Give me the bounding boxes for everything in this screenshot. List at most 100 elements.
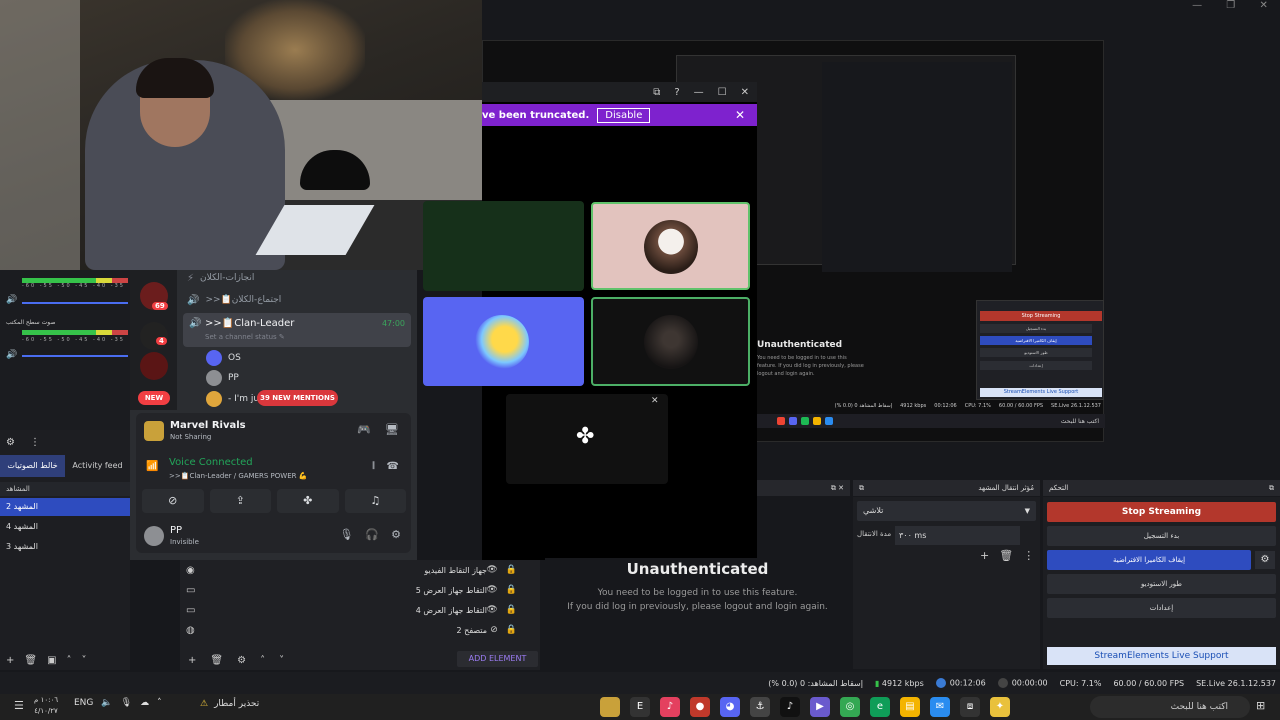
gear-icon[interactable]: ⚙: [391, 528, 401, 541]
down-icon[interactable]: ˅: [82, 655, 87, 666]
voice-user[interactable]: PP: [206, 370, 239, 386]
clock[interactable]: ١٠:٠٦ م ٤/١٠/٢٧: [34, 695, 58, 717]
source-item[interactable]: ▭ التقاط جهاز العرض 4 👁 🔒: [186, 600, 531, 620]
weather-widget[interactable]: ⚠ تحذير أمطار: [200, 699, 259, 709]
server-icon[interactable]: [140, 322, 168, 350]
epic-games-icon[interactable]: E: [630, 697, 650, 717]
language[interactable]: ENG: [74, 698, 93, 708]
headphones-icon[interactable]: 🎧: [365, 528, 379, 541]
trash-icon[interactable]: 🗑: [999, 549, 1013, 562]
channel-item-active[interactable]: 🔊 >>📋Clan-Leader Set a channel status ✎ …: [183, 313, 411, 347]
voice-user[interactable]: - I'm ju: [206, 391, 259, 407]
scene-item[interactable]: المشهد 2: [0, 498, 130, 516]
tab-audio-mixer[interactable]: خالط الصوتيات: [0, 455, 65, 477]
windows-icon[interactable]: ⊞: [1256, 699, 1265, 712]
server-icon[interactable]: [140, 352, 168, 380]
screen-share-icon[interactable]: ⇪: [209, 489, 271, 513]
eye-off-icon[interactable]: ⊘: [490, 625, 498, 635]
taskbar-search[interactable]: اكتب هنا للبحث: [1090, 696, 1250, 718]
more-icon[interactable]: ⋮: [1023, 549, 1034, 562]
discord-icon[interactable]: ◕: [720, 697, 740, 717]
minimize-icon[interactable]: —: [694, 87, 704, 98]
video-tile[interactable]: [591, 297, 750, 386]
edge-icon[interactable]: e: [870, 697, 890, 717]
disable-button[interactable]: Disable: [597, 107, 651, 123]
channel-item[interactable]: 🔊 >>📋اجتماع-الكلان: [187, 290, 407, 310]
eye-icon[interactable]: 👁: [486, 605, 497, 615]
task-view-icon[interactable]: ⧈: [960, 697, 980, 717]
eye-icon[interactable]: 👁: [486, 565, 497, 575]
voice-user[interactable]: OS: [206, 350, 241, 366]
float-icon[interactable]: ⧉ ✕: [831, 480, 844, 496]
new-badge[interactable]: NEW: [138, 391, 170, 405]
mic-icon[interactable]: 🎙: [121, 698, 132, 708]
chrome-icon[interactable]: ◎: [840, 697, 860, 717]
trash-icon[interactable]: 🗑: [210, 655, 223, 666]
voice-channel[interactable]: >>📋Clan-Leader / GAMERS POWER 💪: [169, 472, 307, 480]
activity-tile[interactable]: ✤ ✕: [506, 394, 668, 484]
eye-icon[interactable]: 👁: [486, 585, 497, 595]
popout-icon[interactable]: ⧉: [653, 87, 660, 98]
obs-icon[interactable]: ●: [690, 697, 710, 717]
stop-virtual-camera-button[interactable]: إيقاف الكاميرا الافتراضية: [1047, 550, 1251, 570]
filter-icon[interactable]: ▣: [47, 655, 56, 666]
trash-icon[interactable]: 🗑: [24, 655, 37, 666]
volume-slider[interactable]: [22, 355, 128, 357]
notification-icon[interactable]: ☰: [14, 699, 24, 712]
settings-button[interactable]: إعدادات: [1047, 598, 1276, 618]
gamepad-icon[interactable]: 🎮: [357, 423, 371, 436]
scene-item[interactable]: المشهد 4: [0, 518, 130, 536]
lock-icon[interactable]: 🔒: [506, 625, 517, 635]
tiktok-icon[interactable]: ♪: [660, 697, 680, 717]
source-item[interactable]: ◉ جهاز التقاط الفيديو 👁 🔒: [186, 560, 531, 580]
maximize-icon[interactable]: ☐: [718, 87, 727, 98]
source-item[interactable]: ▭ التقاط جهاز العرض 5 👁 🔒: [186, 580, 531, 600]
stop-streaming-button[interactable]: Stop Streaming: [1047, 502, 1276, 522]
gear-icon[interactable]: ⚙: [1255, 551, 1275, 569]
speaker-icon[interactable]: 🔊: [6, 295, 17, 305]
video-tile[interactable]: [423, 201, 584, 291]
float-icon[interactable]: ⧉: [1269, 480, 1274, 496]
up-icon[interactable]: ˄: [67, 655, 72, 666]
float-icon[interactable]: ⧉: [859, 480, 864, 496]
lock-icon[interactable]: 🔒: [506, 565, 517, 575]
disconnect-icon[interactable]: ☎: [387, 461, 399, 472]
down-icon[interactable]: ˅: [279, 655, 284, 666]
up-icon[interactable]: ˄: [260, 655, 265, 666]
tab-activity-feed[interactable]: Activity feed: [65, 455, 130, 477]
close-icon[interactable]: ✕: [741, 87, 749, 98]
add-icon[interactable]: +: [188, 655, 196, 666]
mail-icon[interactable]: ✉: [930, 697, 950, 717]
media-icon[interactable]: ▶: [810, 697, 830, 717]
network-icon[interactable]: ☁: [140, 698, 149, 708]
minimize-icon[interactable]: —: [1192, 0, 1202, 14]
close-icon[interactable]: ✕: [651, 396, 659, 406]
speaker-icon[interactable]: 🔊: [6, 350, 17, 360]
add-icon[interactable]: +: [980, 549, 989, 562]
support-button[interactable]: StreamElements Live Support: [1047, 647, 1276, 665]
camera-off-icon[interactable]: ⊘: [142, 489, 204, 513]
lock-icon[interactable]: 🔒: [506, 585, 517, 595]
noise-icon[interactable]: 𝄃: [373, 461, 375, 472]
studio-mode-button[interactable]: طور الاستوديو: [1047, 574, 1276, 594]
more-icon[interactable]: ⋮: [30, 437, 40, 448]
channel-item[interactable]: ⚡ انجازات-الكلان: [187, 268, 407, 288]
video-tile[interactable]: [591, 202, 750, 290]
copilot-icon[interactable]: ✦: [990, 697, 1010, 717]
volume-icon[interactable]: 🔈: [101, 698, 112, 708]
volume-slider[interactable]: [22, 302, 128, 304]
video-tile[interactable]: [423, 297, 584, 386]
close-icon[interactable]: ✕: [1259, 0, 1267, 14]
help-icon[interactable]: ?: [674, 87, 679, 98]
add-element-button[interactable]: ADD ELEMENT: [457, 651, 538, 667]
mic-icon[interactable]: 🎙: [339, 528, 353, 541]
start-recording-button[interactable]: بدء التسجيل: [1047, 526, 1276, 546]
gear-icon[interactable]: ⚙: [6, 437, 15, 448]
screen-share-icon[interactable]: 🖥: [385, 423, 399, 436]
mentions-badge[interactable]: 39 NEW MENTIONS: [257, 390, 338, 406]
soundboard-icon[interactable]: ♫: [344, 489, 406, 513]
activities-icon[interactable]: ✤: [277, 489, 339, 513]
tiktok-icon[interactable]: ♪: [780, 697, 800, 717]
scene-item[interactable]: المشهد 3: [0, 538, 130, 556]
avatar[interactable]: [144, 526, 164, 546]
